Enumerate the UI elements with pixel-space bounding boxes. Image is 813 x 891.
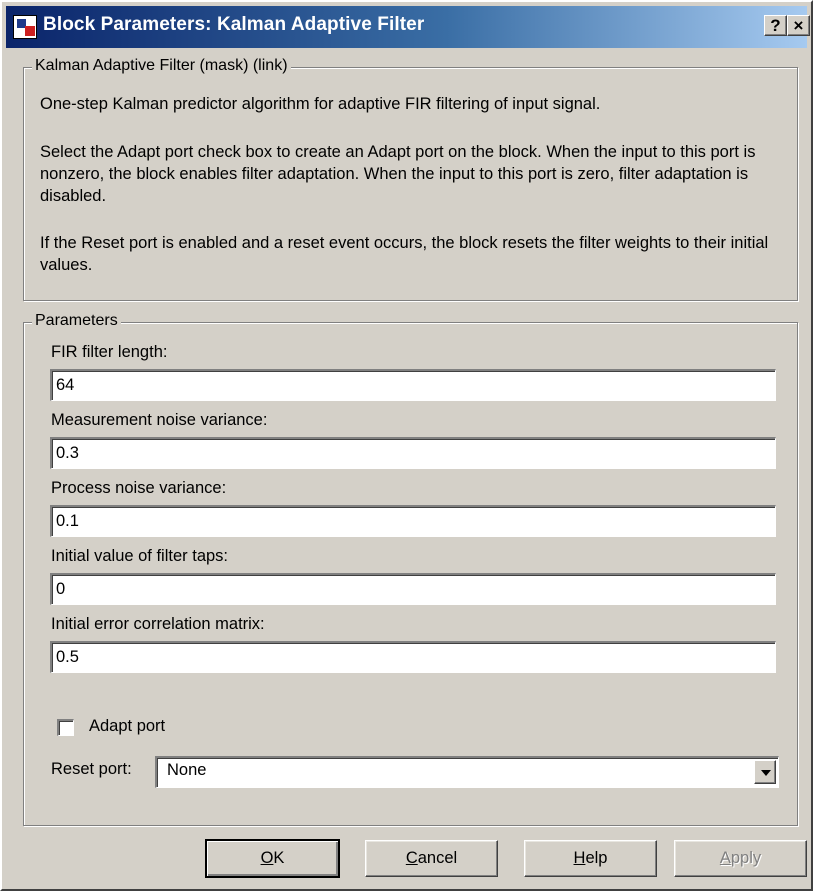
context-help-button[interactable]: ?: [764, 15, 787, 36]
reset-port-dropdown[interactable]: None: [155, 756, 779, 788]
initial-error-correlation-input[interactable]: [50, 641, 776, 673]
initial-filter-taps-label: Initial value of filter taps:: [51, 547, 229, 565]
cancel-mnemonic: C: [405, 849, 418, 867]
fir-filter-length-label: FIR filter length:: [51, 343, 168, 361]
apply-label-rest: pply: [730, 849, 762, 867]
close-button[interactable]: ×: [787, 15, 810, 36]
cancel-button[interactable]: Cancel: [365, 840, 498, 877]
process-noise-variance-input[interactable]: [50, 505, 776, 537]
help-mnemonic: H: [573, 849, 586, 867]
reset-port-label: Reset port:: [51, 760, 132, 778]
initial-error-correlation-label: Initial error correlation matrix:: [51, 615, 265, 633]
parameters-group: Parameters FIR filter length: Measuremen…: [23, 312, 798, 826]
description-group: Kalman Adaptive Filter (mask) (link) One…: [23, 57, 798, 301]
process-noise-variance-label: Process noise variance:: [51, 479, 227, 497]
description-paragraph-2: Select the Adapt port check box to creat…: [40, 143, 756, 205]
title-bar[interactable]: Block Parameters: Kalman Adaptive Filter…: [6, 6, 810, 48]
description-paragraph-1: One-step Kalman predictor algorithm for …: [40, 95, 601, 113]
fir-filter-length-input[interactable]: [50, 369, 776, 401]
initial-filter-taps-input[interactable]: [50, 573, 776, 605]
chevron-down-icon[interactable]: [754, 760, 776, 784]
adapt-port-checkbox[interactable]: [57, 719, 74, 736]
dialog-window: Block Parameters: Kalman Adaptive Filter…: [0, 0, 813, 891]
reset-port-value: None: [167, 761, 207, 779]
simulink-block-icon: [13, 15, 37, 39]
description-paragraph-3: If the Reset port is enabled and a reset…: [40, 234, 769, 274]
cancel-label-rest: ancel: [417, 849, 458, 867]
measurement-noise-variance-label: Measurement noise variance:: [51, 411, 268, 429]
ok-label-rest: K: [273, 849, 285, 867]
apply-mnemonic: A: [719, 849, 731, 867]
apply-button[interactable]: Apply: [674, 840, 807, 877]
ok-button[interactable]: OK: [205, 839, 340, 878]
description-legend: Kalman Adaptive Filter (mask) (link): [32, 57, 291, 75]
ok-mnemonic: O: [260, 849, 274, 867]
parameters-legend: Parameters: [32, 312, 121, 330]
help-button[interactable]: Help: [524, 840, 657, 877]
window-title: Block Parameters: Kalman Adaptive Filter: [43, 14, 425, 35]
adapt-port-label[interactable]: Adapt port: [89, 717, 165, 736]
help-label-rest: elp: [585, 849, 608, 867]
measurement-noise-variance-input[interactable]: [50, 437, 776, 469]
